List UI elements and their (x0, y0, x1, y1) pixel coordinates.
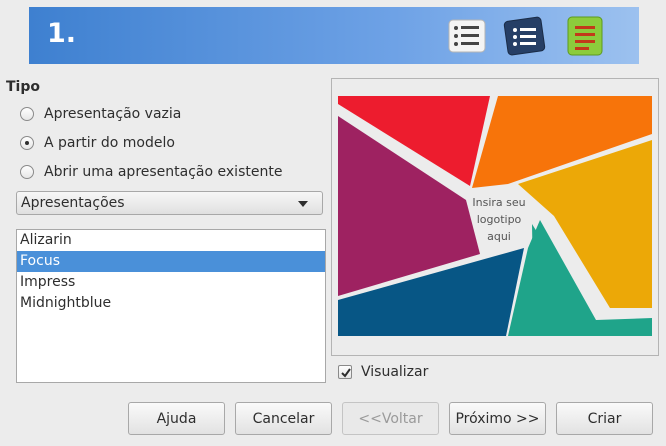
type-section-label: Tipo (6, 79, 40, 95)
radio-label: Abrir uma apresentação existente (44, 164, 283, 180)
back-button[interactable]: <<Voltar (342, 402, 439, 435)
dropdown-value: Apresentações (21, 195, 125, 211)
template-list-item[interactable]: Impress (17, 272, 325, 293)
next-button[interactable]: Próximo >> (449, 402, 546, 435)
category-dropdown[interactable]: Apresentações (16, 191, 323, 215)
dropdown-arrow-icon (298, 201, 308, 207)
cancel-button[interactable]: Cancelar (235, 402, 332, 435)
radio-button[interactable] (20, 136, 34, 150)
radio-open-existing[interactable]: Abrir uma apresentação existente (20, 162, 282, 182)
preview-checkbox-row[interactable]: Visualizar (338, 364, 428, 380)
template-preview: Insira seu logotipo aqui (331, 78, 659, 356)
radio-from-template[interactable]: A partir do modelo (20, 133, 175, 153)
checkmark-icon (341, 368, 351, 378)
step-number: 1. (47, 18, 77, 49)
create-button[interactable]: Criar (556, 402, 653, 435)
logo-line: Insira seu (472, 196, 526, 209)
preview-checkbox[interactable] (338, 365, 352, 379)
logo-placeholder-text: Insira seu logotipo aqui (464, 194, 534, 245)
logo-line: aqui (487, 230, 511, 243)
radio-label: Apresentação vazia (44, 106, 182, 122)
plain-list-icon (448, 19, 486, 53)
radio-button[interactable] (20, 165, 34, 179)
wizard-header-banner: 1. (29, 7, 639, 64)
preview-checkbox-label: Visualizar (361, 364, 429, 380)
template-list[interactable]: Alizarin Focus Impress Midnightblue (16, 229, 326, 383)
radio-label: A partir do modelo (44, 135, 175, 151)
radio-empty-presentation[interactable]: Apresentação vazia (20, 104, 181, 124)
green-list-icon (567, 16, 603, 56)
help-button[interactable]: Ajuda (128, 402, 225, 435)
logo-line: logotipo (476, 213, 522, 226)
template-list-item[interactable]: Alizarin (17, 230, 325, 251)
radio-button[interactable] (20, 107, 34, 121)
template-list-item[interactable]: Focus (17, 251, 325, 272)
template-list-item[interactable]: Midnightblue (17, 293, 325, 314)
blue-list-icon (503, 16, 546, 56)
